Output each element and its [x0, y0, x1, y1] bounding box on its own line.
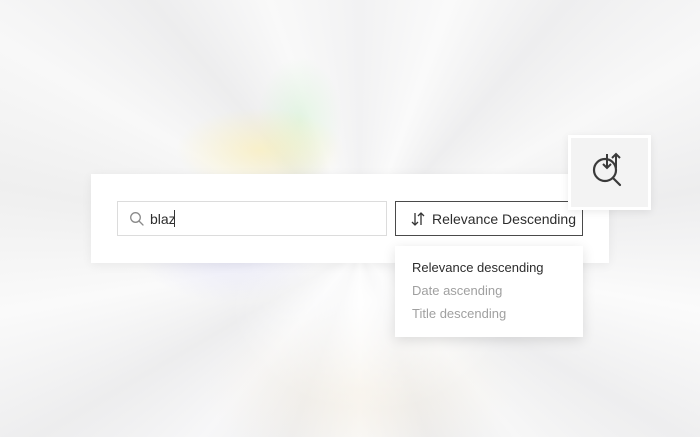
sort-options-menu: Relevance descending Date ascending Titl…: [395, 246, 583, 337]
sort-arrows-icon: [410, 211, 426, 227]
search-input[interactable]: [150, 208, 350, 229]
sort-button-label: Relevance Descending: [432, 210, 576, 227]
search-sort-feature-tile: [568, 135, 651, 210]
search-sort-icon: [589, 149, 631, 196]
search-icon: [129, 211, 145, 227]
search-box[interactable]: [117, 201, 387, 236]
sort-dropdown-button[interactable]: Relevance Descending: [395, 201, 583, 236]
sort-option-date-ascending[interactable]: Date ascending: [395, 281, 583, 304]
sort-option-title-descending[interactable]: Title descending: [395, 304, 583, 327]
text-caret: [174, 210, 175, 227]
sort-option-relevance-descending[interactable]: Relevance descending: [395, 258, 583, 281]
